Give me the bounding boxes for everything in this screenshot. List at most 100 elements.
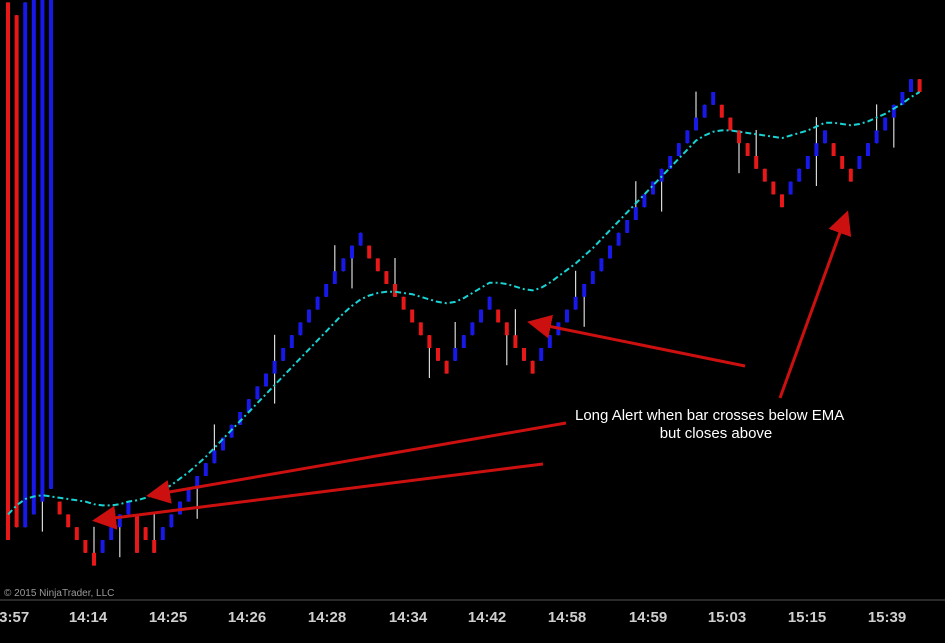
bar-body [298, 322, 303, 336]
x-tick-label: 14:14 [69, 609, 108, 626]
price-bar [857, 156, 862, 169]
price-bar [780, 194, 784, 208]
price-bar [281, 348, 286, 361]
annotation-line-2: but closes above [660, 425, 773, 442]
bar-body [616, 232, 621, 246]
price-bar [917, 79, 922, 92]
bar-body [212, 450, 217, 464]
price-bar [289, 335, 294, 348]
bar-body [788, 181, 793, 195]
price-bar [367, 245, 372, 259]
price-bar [410, 309, 415, 323]
bar-body [281, 348, 286, 361]
bar-body [702, 104, 707, 118]
price-bar [547, 335, 552, 348]
x-tick-label: 14:42 [468, 609, 506, 626]
bar-body [324, 284, 329, 297]
price-bar [823, 130, 827, 144]
bar-body [522, 348, 526, 361]
price-bar [676, 143, 681, 156]
price-bar [909, 79, 913, 92]
bar-body [6, 2, 10, 540]
bar-body [264, 373, 268, 387]
price-bar [685, 130, 690, 144]
bar-body [100, 540, 105, 553]
price-bar [840, 156, 845, 169]
bar-body [590, 271, 595, 284]
bar-body [186, 488, 191, 502]
price-bar [384, 271, 389, 284]
bar-body [565, 309, 569, 323]
bar-body [883, 117, 888, 131]
bar-body [874, 130, 879, 144]
price-bar [599, 258, 604, 272]
price-bar [745, 143, 750, 156]
price-bar [762, 168, 767, 182]
price-bar [315, 296, 320, 310]
bar-body [14, 15, 19, 528]
bar-body [470, 322, 475, 336]
x-tick-label: 14:34 [389, 609, 428, 626]
bar-body [694, 117, 698, 131]
price-bar [883, 117, 888, 131]
bar-body [582, 284, 587, 297]
bar-body [203, 463, 208, 476]
price-bar [264, 373, 268, 387]
bar-body [805, 156, 810, 169]
price-bar [590, 271, 595, 284]
bar-body [780, 194, 784, 208]
bar-body [315, 296, 320, 310]
price-bar [203, 463, 208, 476]
price-bar [40, 0, 45, 532]
bar-body [917, 79, 922, 92]
bar-body [83, 540, 88, 553]
bar-body [427, 335, 432, 348]
bar-body [436, 348, 440, 361]
bar-body [453, 348, 458, 361]
price-bar [298, 322, 303, 336]
price-bar [900, 92, 905, 105]
price-bar [461, 335, 466, 348]
bar-body [401, 296, 406, 310]
price-bar [608, 245, 612, 259]
price-bar [530, 360, 535, 374]
bar-body [31, 0, 36, 515]
price-bar [522, 348, 526, 361]
price-bar [702, 104, 707, 118]
price-bar [625, 220, 630, 233]
price-bar [307, 309, 311, 323]
bar-body [143, 527, 148, 540]
price-bar [74, 527, 79, 540]
price-bar [642, 194, 647, 208]
bar-body [160, 527, 165, 540]
price-bar [135, 514, 139, 553]
bar-body [823, 130, 827, 144]
bar-body [676, 143, 681, 156]
price-bar [728, 117, 733, 131]
price-bar [797, 168, 802, 182]
bar-body [461, 335, 466, 348]
bar-body [599, 258, 604, 272]
bar-body [393, 284, 397, 297]
bar-body [74, 527, 79, 540]
bar-body [169, 514, 174, 528]
price-bar [788, 181, 793, 195]
price-bar [539, 348, 544, 361]
bar-body [719, 104, 724, 118]
bar-body [900, 92, 905, 105]
bar-body [685, 130, 690, 144]
bar-body [539, 348, 544, 361]
bar-body [341, 258, 346, 272]
x-tick-label: 13:57 [0, 609, 29, 626]
price-bar [444, 360, 449, 374]
price-bar [100, 540, 105, 553]
bar-body [418, 322, 423, 336]
price-bar [616, 232, 621, 246]
annotation-line-1: Long Alert when bar crosses below EMA [575, 407, 844, 424]
price-bar [255, 386, 260, 400]
bar-body [375, 258, 380, 272]
bar-body [745, 143, 750, 156]
price-bar [848, 168, 853, 182]
bar-body [762, 168, 767, 182]
bar-body [831, 143, 836, 156]
